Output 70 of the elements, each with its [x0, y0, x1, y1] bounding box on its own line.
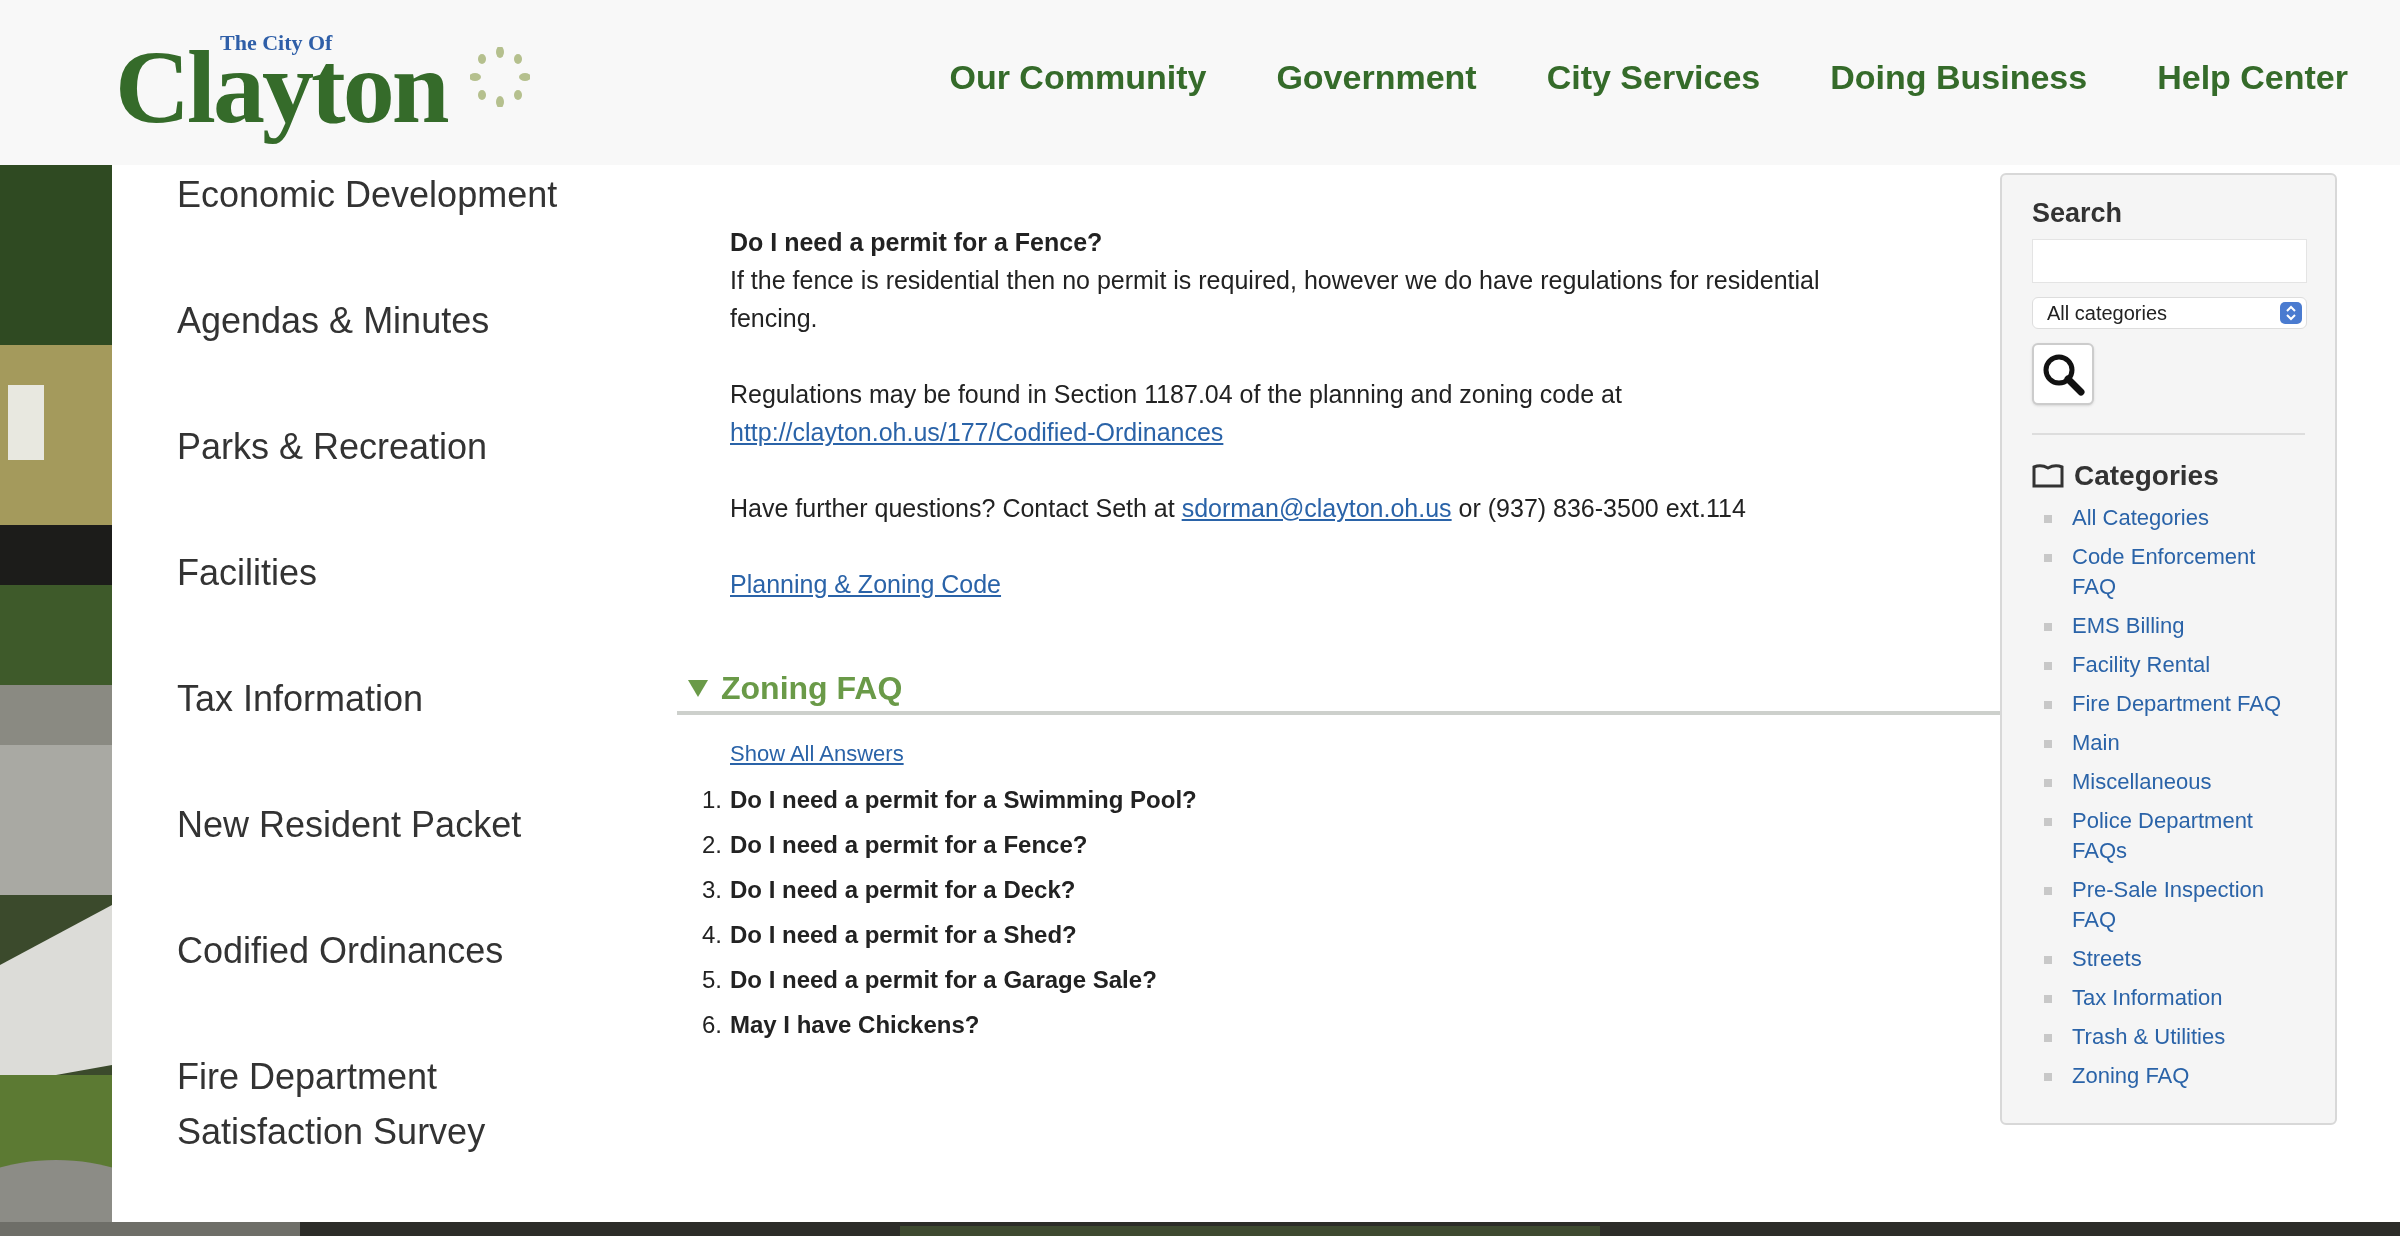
question-link[interactable]: Do I need a permit for a Garage Sale?: [730, 957, 1157, 1002]
answer-paragraph: Have further questions? Contact Seth at sdorman@clayton.oh.us or (937) 836-3500 ext.114: [730, 493, 1747, 524]
category-link[interactable]: Facility Rental: [2072, 650, 2294, 680]
stepper-icon: [2280, 302, 2302, 324]
side-nav-link[interactable]: Economic Development: [177, 167, 617, 222]
category-link[interactable]: All Categories: [2072, 503, 2294, 533]
bullet-icon: [2044, 1073, 2052, 1081]
list-number: 6.: [701, 1010, 723, 1040]
search-button[interactable]: [2032, 343, 2094, 405]
sun-icon: [470, 47, 530, 107]
section-title: Zoning FAQ: [721, 669, 903, 708]
nav-link[interactable]: Our Community: [949, 52, 1207, 103]
bullet-icon: [2044, 956, 2052, 964]
category-link[interactable]: EMS Billing: [2072, 611, 2294, 641]
category-link[interactable]: Main: [2072, 728, 2294, 758]
link[interactable]: Planning & Zoning Code: [730, 570, 1002, 598]
list-number: 1.: [701, 785, 723, 815]
list-number: 2.: [701, 830, 723, 860]
question-link[interactable]: Do I need a permit for a Shed?: [730, 912, 1077, 957]
answer-paragraph: If the fence is residential then no permit is required, however we do have regulations for residential fencing.: [730, 265, 1821, 334]
category-link[interactable]: Pre-Sale Inspection FAQ: [2072, 875, 2294, 935]
search-field[interactable]: [2032, 239, 2307, 283]
question-link[interactable]: Do I need a permit for a Deck?: [730, 867, 1076, 912]
bullet-icon: [2044, 887, 2052, 895]
category-link[interactable]: Zoning FAQ: [2072, 1061, 2294, 1091]
bullet-icon: [2044, 701, 2052, 709]
question-link[interactable]: Do I need a permit for a Swimming Pool?: [730, 777, 1197, 822]
category-link[interactable]: Miscellaneous: [2072, 767, 2294, 797]
categories-heading: Categories: [2074, 459, 2219, 493]
category-link[interactable]: Tax Information: [2072, 983, 2294, 1013]
bullet-icon: [2044, 740, 2052, 748]
search-heading: Search: [2032, 197, 2124, 230]
bullet-icon: [2044, 995, 2052, 1003]
bullet-icon: [2044, 662, 2052, 670]
nav-link[interactable]: Government: [1276, 52, 1477, 103]
side-nav-link[interactable]: New Resident Packet: [177, 797, 617, 852]
bullet-icon: [2044, 623, 2052, 631]
link[interactable]: sdorman@clayton.oh.us: [1181, 494, 1452, 522]
answer-paragraph: Regulations may be found in Section 1187.04 of the planning and zoning code at http://clayton.oh.us/177/Codified-Ordinances: [730, 379, 1623, 448]
category-link[interactable]: Streets: [2072, 944, 2294, 974]
question-link[interactable]: May I have Chickens?: [730, 1002, 980, 1047]
search-icon: [2041, 352, 2085, 396]
side-nav-link[interactable]: Agendas & Minutes: [177, 293, 617, 348]
nav-link[interactable]: Help Center: [2157, 52, 2348, 103]
category-select[interactable]: All categories: [2032, 297, 2307, 329]
side-nav-link[interactable]: Facilities: [177, 545, 617, 600]
bullet-icon: [2044, 818, 2052, 826]
question-title: Do I need a permit for a Fence?: [730, 227, 1104, 258]
side-nav-link[interactable]: Parks & Recreation: [177, 419, 617, 474]
book-icon: [2032, 464, 2064, 488]
bullet-icon: [2044, 1034, 2052, 1042]
bullet-icon: [2044, 515, 2052, 523]
side-nav-link[interactable]: Codified Ordinances: [177, 923, 617, 978]
category-link[interactable]: Police Department FAQs: [2072, 806, 2294, 866]
category-link[interactable]: Trash & Utilities: [2072, 1022, 2294, 1052]
list-number: 3.: [701, 875, 723, 905]
list-number: 4.: [701, 920, 723, 950]
show-all-link[interactable]: Show All Answers: [730, 741, 904, 766]
bullet-icon: [2044, 779, 2052, 787]
side-nav-link[interactable]: Fire Department Satisfaction Survey: [177, 1049, 617, 1159]
list-number: 5.: [701, 965, 723, 995]
nav-link[interactable]: Doing Business: [1830, 52, 2088, 103]
section-header[interactable]: Zoning FAQ: [677, 668, 2000, 715]
link[interactable]: http://clayton.oh.us/177/Codified-Ordinances: [730, 418, 1224, 446]
question-link[interactable]: Do I need a permit for a Fence?: [730, 822, 1088, 867]
bullet-icon: [2044, 554, 2052, 562]
category-link[interactable]: Code Enforcement FAQ: [2072, 542, 2294, 602]
side-nav-link[interactable]: Tax Information: [177, 671, 617, 726]
category-link[interactable]: Fire Department FAQ: [2072, 689, 2294, 719]
nav-link[interactable]: City Services: [1546, 52, 1761, 103]
